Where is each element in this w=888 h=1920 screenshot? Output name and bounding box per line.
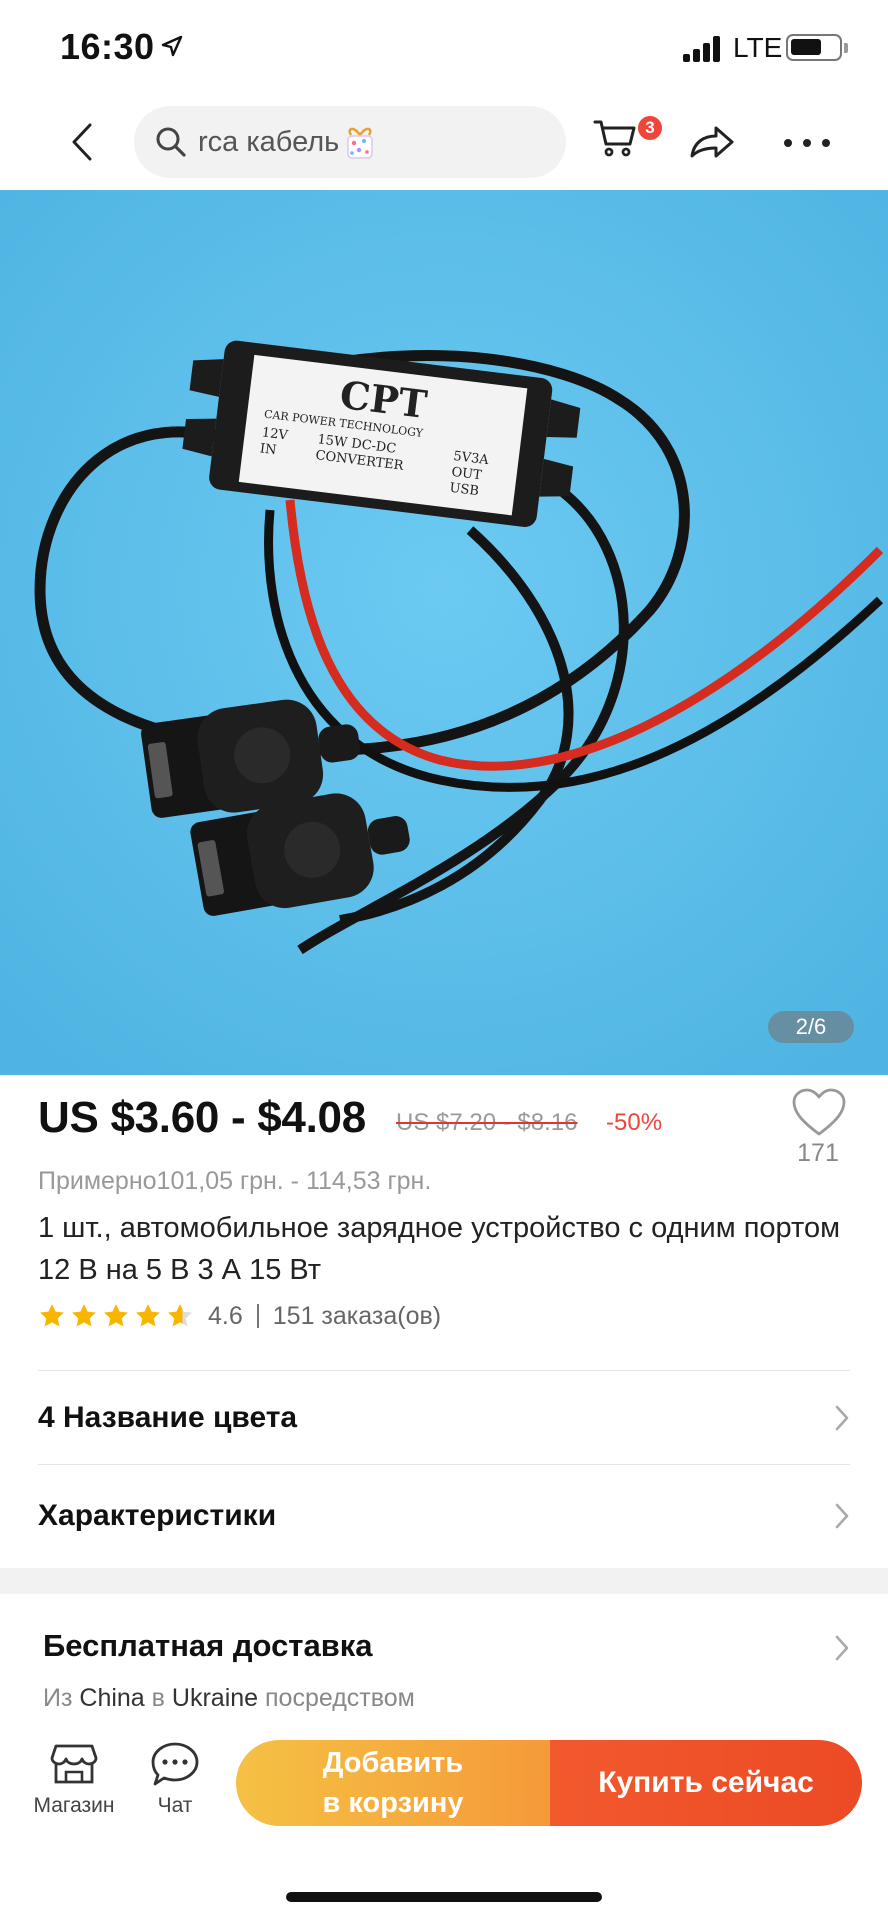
shipping-to-country: Ukraine xyxy=(171,1684,259,1712)
product-title: 1 шт., автомобильное зарядное устройство… xyxy=(38,1212,841,1286)
divider xyxy=(38,1464,850,1465)
chevron-right-icon xyxy=(835,1405,849,1431)
shipping-suffix: посредством xyxy=(265,1684,415,1712)
rating-separator xyxy=(256,1304,259,1328)
shipping-from-prefix: Из xyxy=(43,1684,73,1712)
color-options-label: 4 Название цвета xyxy=(38,1401,298,1434)
orders-count: 151 заказа(ов) xyxy=(272,1301,442,1330)
more-button[interactable] xyxy=(784,128,830,158)
status-time: 16:30 xyxy=(60,26,155,67)
discount-badge: -50% xyxy=(606,1109,663,1136)
divider xyxy=(38,1370,850,1371)
share-icon xyxy=(690,126,734,158)
specs-label: Характеристики xyxy=(38,1499,277,1532)
shipping-to-prefix: в xyxy=(151,1684,165,1712)
heart-icon xyxy=(792,1088,846,1136)
shipping-row[interactable]: Бесплатная доставка Из China в Ukraine п… xyxy=(0,1594,888,1724)
product-photo: CPT CAR POWER TECHNOLOGY 12V IN 15W DC-D… xyxy=(0,190,888,1075)
add-to-cart-line2: в корзину xyxy=(322,1787,464,1819)
chat-label: Чат xyxy=(157,1794,193,1817)
specs-row[interactable]: Характеристики xyxy=(0,1470,888,1562)
battery-icon xyxy=(786,34,842,61)
star-icon xyxy=(40,1304,64,1327)
shipping-title: Бесплатная доставка xyxy=(43,1628,373,1663)
chevron-right-icon xyxy=(835,1635,849,1661)
cart-icon xyxy=(593,120,636,157)
add-to-cart-button[interactable]: Добавить в корзину xyxy=(236,1740,550,1826)
back-button[interactable] xyxy=(60,118,104,166)
network-type: LTE xyxy=(733,32,783,63)
chat-tab[interactable]: Чат xyxy=(130,1740,220,1830)
approx-price: Примерно101,05 грн. - 114,53 грн. xyxy=(38,1167,432,1195)
star-icon xyxy=(104,1304,128,1327)
star-icon xyxy=(136,1304,160,1327)
search-input[interactable]: rca кабель xyxy=(134,106,566,178)
store-icon xyxy=(50,1744,98,1784)
product-image-gallery[interactable]: CPT CAR POWER TECHNOLOGY 12V IN 15W DC-D… xyxy=(0,190,888,1075)
star-icon xyxy=(168,1304,192,1327)
star-icon xyxy=(72,1304,96,1327)
purchase-buttons: Добавить в корзину Купить сейчас xyxy=(236,1740,862,1826)
rating-value: 4.6 xyxy=(208,1301,243,1330)
image-in-text-1: 12V xyxy=(261,425,289,443)
chat-icon xyxy=(151,1742,199,1786)
section-gap xyxy=(0,1568,888,1594)
location-arrow-icon xyxy=(161,35,183,57)
search-query: rca кабель xyxy=(198,125,340,158)
top-nav: rca кабель 3 xyxy=(0,98,888,190)
add-to-cart-line1: Добавить xyxy=(322,1747,464,1779)
store-tab[interactable]: Магазин xyxy=(24,1740,124,1830)
gift-icon xyxy=(347,127,374,159)
image-in-text-2: IN xyxy=(259,441,277,458)
shipping-from-country: China xyxy=(79,1684,145,1712)
price: US $3.60 - $4.08 xyxy=(38,1093,366,1142)
color-options-row[interactable]: 4 Название цвета xyxy=(0,1372,888,1464)
rating-stars xyxy=(38,1302,194,1330)
add-to-cart-text: Добавить в корзину xyxy=(323,1743,464,1823)
buy-now-button[interactable]: Купить сейчас xyxy=(550,1740,862,1826)
store-label: Магазин xyxy=(33,1794,115,1817)
wishlist-count: 171 xyxy=(797,1139,839,1167)
signal-icon xyxy=(683,36,723,62)
chevron-right-icon xyxy=(835,1503,849,1529)
more-dot xyxy=(803,139,811,147)
status-bar: 16:30 LTE xyxy=(0,0,888,98)
rating-row[interactable]: 4.6 151 заказа(ов) xyxy=(38,1299,441,1333)
home-indicator xyxy=(286,1892,602,1902)
back-icon xyxy=(72,123,92,161)
old-price: US $7.20 - $8.16 xyxy=(396,1109,578,1136)
battery-cap xyxy=(844,43,848,53)
image-counter: 2/6 xyxy=(768,1011,854,1043)
bottom-action-bar: Магазин Чат Добавить в корзину Купить се… xyxy=(0,1724,888,1920)
cart-count-badge: 3 xyxy=(636,114,664,142)
search-icon xyxy=(156,127,186,157)
more-icon xyxy=(784,139,792,147)
wishlist-button[interactable] xyxy=(790,1087,848,1144)
shipping-route: Из China в Ukraine посредством xyxy=(43,1684,415,1713)
more-dot xyxy=(822,139,830,147)
share-button[interactable] xyxy=(688,118,736,166)
